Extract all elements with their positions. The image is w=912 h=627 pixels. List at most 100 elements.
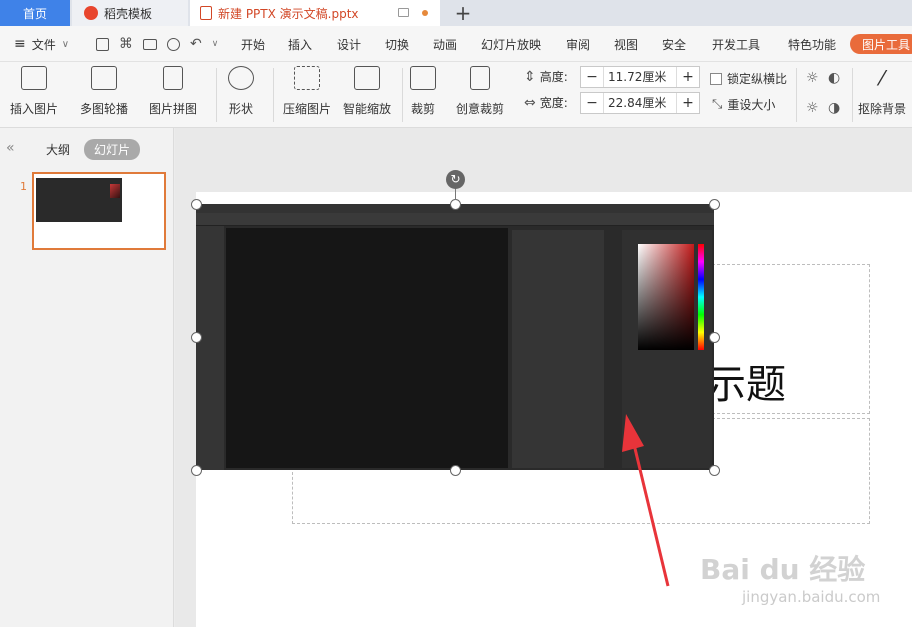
ps-toolbar xyxy=(196,226,224,470)
slide-panel: « 大纲 幻灯片 1 xyxy=(0,128,174,627)
resize-handle-right[interactable] xyxy=(709,332,720,343)
print-icon[interactable] xyxy=(143,38,157,50)
arrow-head xyxy=(622,414,644,452)
brightness-contrast-group: ☼ ◐ ☼ ◑ xyxy=(806,70,850,116)
resize-handle-bottom[interactable] xyxy=(450,465,461,476)
resize-handle-top-right[interactable] xyxy=(709,199,720,210)
print-preview-icon[interactable] xyxy=(167,37,180,51)
hamburger-icon: ≡ xyxy=(14,36,26,52)
contrast-up-icon[interactable]: ◐ xyxy=(828,70,850,86)
menu-tab-4[interactable]: 动画 xyxy=(433,26,457,62)
resize-handle-bottom-right[interactable] xyxy=(709,465,720,476)
menu-tab-8[interactable]: 安全 xyxy=(662,26,686,62)
height-label: 高度: xyxy=(539,70,568,84)
tab-document-label: 新建 PPTX 演示文稿.pptx xyxy=(218,6,359,21)
reset-size-button[interactable]: ⤡ 重设大小 xyxy=(712,96,775,113)
contrast-down-icon[interactable]: ◑ xyxy=(828,100,850,116)
height-decrement-button[interactable]: − xyxy=(581,69,603,85)
height-stepper[interactable]: − 11.72厘米 + xyxy=(580,66,700,88)
height-increment-button[interactable]: + xyxy=(677,69,699,85)
ribbon-divider xyxy=(796,68,797,122)
menu-tab-1[interactable]: 插入 xyxy=(288,26,312,62)
picture-icon xyxy=(21,66,47,90)
creative-crop-icon xyxy=(470,66,490,90)
shape-button[interactable]: 形状 xyxy=(228,66,254,117)
baidu-watermark: Bai du 经验 xyxy=(700,553,866,586)
brightness-up-icon[interactable]: ☼ xyxy=(806,70,828,86)
menu-tab-7[interactable]: 视图 xyxy=(614,26,638,62)
smart-zoom-button[interactable]: 智能缩放 xyxy=(343,66,391,117)
monitor-icon[interactable] xyxy=(398,8,409,17)
tab-document[interactable]: 新建 PPTX 演示文稿.pptx xyxy=(190,0,440,26)
ribbon-divider xyxy=(402,68,403,122)
magic-wand-icon: ⁄ xyxy=(880,66,884,90)
width-increment-button[interactable]: + xyxy=(677,95,699,111)
tab-outline[interactable]: 大纲 xyxy=(46,141,70,158)
ps-options-bar xyxy=(196,213,714,226)
crop-button[interactable]: 裁剪 xyxy=(410,66,436,117)
resize-handle-left[interactable] xyxy=(191,332,202,343)
width-input[interactable]: 22.84厘米 xyxy=(603,93,677,113)
menu-tab-10[interactable]: 特色功能 xyxy=(788,26,836,62)
ribbon: 插入图片 多图轮播 图片拼图 形状 压缩图片 智能缩放 裁剪 创意裁剪 ⇕ 高度… xyxy=(0,62,912,128)
menu-tab-9[interactable]: 开发工具 xyxy=(712,26,760,62)
reset-size-label: 重设大小 xyxy=(727,98,776,112)
menu-tab-5[interactable]: 幻灯片放映 xyxy=(481,26,541,62)
width-label: 宽度: xyxy=(539,96,568,110)
checkbox-icon xyxy=(710,72,722,85)
lock-ratio-checkbox[interactable]: 锁定纵横比 xyxy=(710,70,787,87)
height-row: ⇕ 高度: xyxy=(524,68,568,85)
ribbon-divider xyxy=(273,68,274,122)
brightness-down-icon[interactable]: ☼ xyxy=(806,100,828,116)
carousel-icon xyxy=(91,66,117,90)
height-input[interactable]: 11.72厘米 xyxy=(603,67,677,87)
compress-picture-button[interactable]: 压缩图片 xyxy=(283,66,331,117)
tab-picture-tools[interactable]: 图片工具 xyxy=(850,34,912,54)
ribbon-divider xyxy=(216,68,217,122)
ribbon-divider xyxy=(852,68,853,122)
tab-templates-label: 稻壳模板 xyxy=(104,6,153,21)
arrow-shaft xyxy=(630,435,670,587)
insert-picture-label: 插入图片 xyxy=(10,102,59,116)
tab-home[interactable]: 首页 xyxy=(0,0,70,26)
file-menu[interactable]: ≡ 文件 ∨ xyxy=(14,26,69,62)
width-decrement-button[interactable]: − xyxy=(581,95,603,111)
plus-icon: + xyxy=(454,1,472,25)
collapse-panel-icon[interactable]: « xyxy=(6,140,15,156)
insert-picture-button[interactable]: 插入图片 xyxy=(10,66,58,117)
picture-collage-button[interactable]: 图片拼图 xyxy=(149,66,197,117)
smart-zoom-icon xyxy=(354,66,380,90)
tab-picture-tools-label: 图片工具 xyxy=(862,37,911,52)
chevron-down-icon[interactable]: ∨ xyxy=(212,39,219,49)
undo-icon[interactable]: ↶ xyxy=(190,36,202,52)
new-tab-button[interactable]: + xyxy=(452,0,474,26)
lock-ratio-label: 锁定纵横比 xyxy=(727,72,788,86)
menu-tab-0[interactable]: 开始 xyxy=(241,26,265,62)
creative-crop-label: 创意裁剪 xyxy=(456,102,505,116)
format-painter-icon[interactable]: ⌘ xyxy=(119,36,133,52)
ps-canvas xyxy=(226,228,508,468)
rotate-handle-stem xyxy=(455,188,456,200)
menu-tab-6[interactable]: 审阅 xyxy=(566,26,590,62)
menu-tab-2[interactable]: 设计 xyxy=(337,26,361,62)
resize-handle-top[interactable] xyxy=(450,199,461,210)
width-row: ⇔ 宽度: xyxy=(524,94,568,111)
remove-background-label: 抠除背景 xyxy=(858,102,907,116)
chevron-down-icon: ∨ xyxy=(61,38,70,50)
resize-handle-bottom-left[interactable] xyxy=(191,465,202,476)
crop-icon xyxy=(410,66,436,90)
menu-tab-3[interactable]: 切换 xyxy=(385,26,409,62)
rotate-icon[interactable]: ↻ xyxy=(446,170,465,189)
slide-thumbnail[interactable] xyxy=(32,172,166,250)
tab-templates[interactable]: 稻壳模板 xyxy=(72,0,188,26)
multi-carousel-button[interactable]: 多图轮播 xyxy=(80,66,128,117)
pptx-file-icon xyxy=(200,6,212,20)
remove-background-button[interactable]: ⁄ 抠除背景 xyxy=(858,66,906,117)
save-icon[interactable] xyxy=(96,37,109,51)
resize-handle-top-left[interactable] xyxy=(191,199,202,210)
creative-crop-button[interactable]: 创意裁剪 xyxy=(456,66,504,117)
width-stepper[interactable]: − 22.84厘米 + xyxy=(580,92,700,114)
shape-icon xyxy=(228,66,254,90)
thumbnail-color-swatch xyxy=(110,184,120,198)
tab-slides[interactable]: 幻灯片 xyxy=(84,139,141,160)
